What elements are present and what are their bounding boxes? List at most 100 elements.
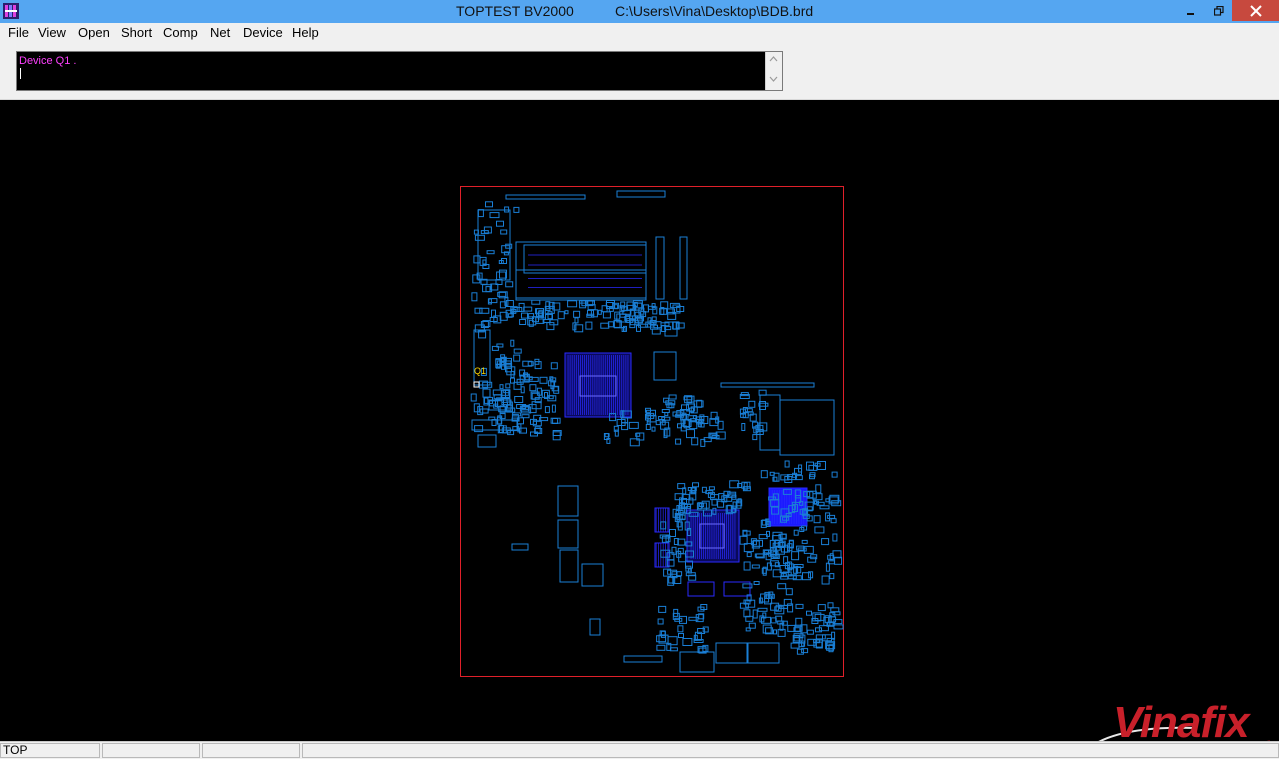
pcb-pad bbox=[814, 526, 825, 534]
pcb-pad bbox=[757, 607, 768, 612]
pcb-pad bbox=[573, 310, 581, 318]
pcb-pad bbox=[651, 426, 656, 432]
pcb-pad bbox=[785, 588, 793, 596]
pcb-pad bbox=[628, 421, 639, 429]
minimize-button[interactable] bbox=[1177, 0, 1205, 21]
pcb-pad bbox=[487, 298, 492, 305]
menu-comp[interactable]: Comp bbox=[163, 25, 198, 40]
pcb-pad bbox=[760, 470, 768, 479]
pcb-pad bbox=[832, 533, 838, 542]
menu-help[interactable]: Help bbox=[292, 25, 319, 40]
scroll-down-icon[interactable] bbox=[769, 76, 778, 82]
menu-open[interactable]: Open bbox=[78, 25, 110, 40]
text-caret bbox=[20, 68, 21, 79]
menu-view[interactable]: View bbox=[38, 25, 66, 40]
pcb-pad bbox=[718, 493, 725, 501]
pcb-pad bbox=[539, 376, 548, 384]
pcb-pad bbox=[758, 389, 767, 396]
pcb-pad bbox=[585, 321, 593, 330]
pcb-pad bbox=[499, 425, 504, 433]
chipset-package bbox=[686, 509, 740, 563]
minimize-icon bbox=[1187, 12, 1194, 15]
pcb-pad bbox=[768, 591, 774, 599]
pcb-pad bbox=[551, 404, 556, 413]
component bbox=[589, 618, 601, 636]
pcb-pad bbox=[803, 545, 814, 554]
pcb-pad bbox=[657, 618, 664, 625]
pcb-pad bbox=[557, 311, 565, 320]
pcb-pad bbox=[807, 556, 817, 563]
console-scrollbar[interactable] bbox=[765, 52, 782, 90]
scroll-up-icon[interactable] bbox=[769, 56, 778, 62]
pcb-pad bbox=[795, 475, 803, 481]
pcb-pad bbox=[661, 409, 670, 413]
pcb-pad bbox=[474, 307, 483, 314]
menu-net[interactable]: Net bbox=[210, 25, 230, 40]
pcb-pad bbox=[574, 317, 579, 324]
pcb-pad bbox=[547, 311, 553, 320]
pcb-pad bbox=[806, 629, 814, 635]
status-pane-2 bbox=[102, 743, 200, 758]
menu-device[interactable]: Device bbox=[243, 25, 283, 40]
pcb-pad bbox=[827, 602, 834, 609]
restore-button[interactable] bbox=[1205, 0, 1232, 21]
pcb-pad bbox=[762, 624, 772, 634]
pcb-pad bbox=[529, 384, 537, 392]
menu-file[interactable]: File bbox=[8, 25, 29, 40]
command-console[interactable]: Device Q1 . bbox=[16, 51, 783, 91]
pcb-pad bbox=[482, 388, 491, 398]
component bbox=[477, 434, 497, 448]
pcb-pad bbox=[550, 362, 558, 370]
menu-bar: File View Open Short Comp Net Device Hel… bbox=[0, 23, 1279, 43]
pcb-pad bbox=[773, 629, 777, 635]
pcb-pad bbox=[795, 603, 804, 609]
status-pane-4 bbox=[302, 743, 1279, 758]
pcb-pad bbox=[827, 514, 836, 519]
board-view-canvas[interactable]: Q1 Vinafix bbox=[0, 100, 1279, 741]
command-panel: Device Q1 . bbox=[0, 43, 1279, 100]
pcb-pad bbox=[817, 604, 826, 612]
pcb-pad bbox=[812, 493, 823, 501]
pcb-pad bbox=[686, 429, 695, 439]
pcb-pad bbox=[479, 408, 489, 414]
connector bbox=[616, 190, 666, 198]
connector bbox=[505, 194, 586, 200]
close-button[interactable] bbox=[1232, 0, 1279, 21]
window-title: TOPTEST BV2000 bbox=[456, 3, 574, 19]
pcb-pad bbox=[485, 286, 491, 293]
connector bbox=[715, 642, 748, 664]
pcb-pad bbox=[801, 539, 808, 544]
pcb-pad bbox=[521, 312, 528, 319]
pcb-pad bbox=[833, 624, 844, 630]
pcb-pad bbox=[677, 521, 683, 531]
pcb-pad bbox=[479, 307, 490, 314]
pcb-pad bbox=[744, 408, 753, 413]
pcb-pad bbox=[597, 309, 602, 315]
pcb-pad bbox=[656, 644, 666, 651]
cpu-package bbox=[564, 352, 632, 418]
board-components bbox=[470, 190, 844, 673]
pcb-pad bbox=[679, 615, 687, 624]
pcb-pad bbox=[655, 420, 661, 426]
status-bar: TOP bbox=[0, 741, 1279, 759]
pcb-pad bbox=[825, 562, 830, 572]
pcb-pad bbox=[473, 403, 480, 413]
pcb-pad bbox=[602, 311, 611, 319]
pcb-pad bbox=[544, 406, 550, 414]
pcb-pad bbox=[751, 564, 760, 569]
connector-block bbox=[779, 399, 835, 456]
pcb-pad bbox=[777, 583, 787, 590]
pcb-pad bbox=[742, 583, 753, 589]
pcb-pad bbox=[505, 281, 514, 288]
component bbox=[511, 543, 529, 551]
pcb-pad bbox=[485, 201, 493, 208]
pcb-pad bbox=[668, 394, 677, 400]
pcb-pad bbox=[683, 396, 693, 401]
pcb-pad bbox=[496, 271, 507, 281]
component bbox=[557, 519, 579, 549]
console-output: Device Q1 . bbox=[19, 55, 77, 67]
pcb-pad bbox=[739, 535, 748, 545]
menu-short[interactable]: Short bbox=[121, 25, 152, 40]
pcb-pad bbox=[513, 348, 522, 354]
pcb-board-drawing[interactable] bbox=[0, 100, 1279, 741]
